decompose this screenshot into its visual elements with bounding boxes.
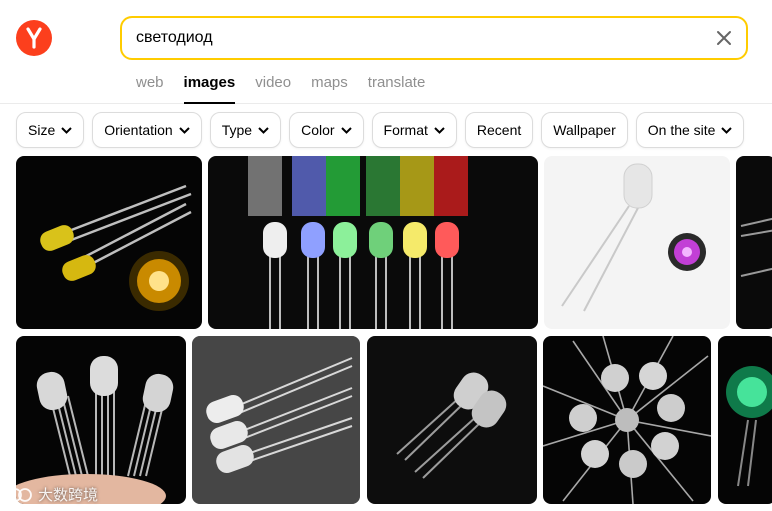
filter-color[interactable]: Color — [289, 112, 364, 148]
chevron-down-icon — [61, 126, 72, 134]
chevron-down-icon — [340, 126, 352, 134]
filter-recent[interactable]: Recent — [464, 112, 534, 148]
search-box — [120, 16, 748, 60]
filter-format[interactable]: Format — [371, 112, 457, 148]
yandex-logo-icon — [26, 27, 42, 49]
search-tabs: web images video maps translate — [136, 74, 425, 104]
chevron-down-icon — [179, 126, 190, 134]
filter-type[interactable]: Type — [209, 112, 282, 148]
image-result-three-clear-leds[interactable] — [192, 336, 360, 504]
filter-size[interactable]: Size — [16, 112, 85, 148]
image-result-rgb-led-row[interactable] — [208, 156, 538, 329]
filter-label: Color — [301, 122, 335, 138]
filter-label: Wallpaper — [553, 122, 616, 138]
filter-label: Recent — [476, 122, 522, 138]
filter-label: Format — [383, 122, 428, 138]
filter-bar: Size Orientation Type Color Format Recen… — [16, 112, 745, 148]
image-result-yellow-led-pair[interactable] — [16, 156, 202, 329]
filter-label: Size — [28, 122, 56, 138]
chevron-down-icon — [434, 126, 445, 134]
close-icon — [717, 31, 731, 45]
image-result-green-led-partial[interactable] — [718, 336, 772, 504]
tab-web[interactable]: web — [136, 74, 164, 104]
header: web images video maps translate — [0, 0, 772, 104]
tab-translate[interactable]: translate — [368, 74, 426, 104]
filter-label: Type — [221, 122, 253, 138]
filter-label: On the site — [647, 122, 716, 138]
image-result-clear-led-pink-glow[interactable] — [544, 156, 730, 329]
image-result-led-circle-arrangement[interactable] — [543, 336, 711, 504]
clear-search-button[interactable] — [712, 26, 736, 50]
chevron-down-icon — [258, 126, 269, 134]
filter-label: Orientation — [104, 122, 173, 138]
image-result-dark-led-partial[interactable] — [736, 156, 772, 329]
image-result-rgb-4pin-leds-in-hand[interactable] — [16, 336, 186, 504]
chevron-down-icon — [721, 126, 733, 134]
filter-on-the-site[interactable]: On the site — [635, 112, 745, 148]
tab-maps[interactable]: maps — [311, 74, 348, 104]
filter-wallpaper[interactable]: Wallpaper — [541, 112, 628, 148]
tab-video[interactable]: video — [255, 74, 291, 104]
image-result-two-clear-leds[interactable] — [367, 336, 537, 504]
filter-orientation[interactable]: Orientation — [92, 112, 202, 148]
yandex-logo[interactable] — [16, 20, 52, 56]
tab-images[interactable]: images — [183, 74, 235, 104]
search-input[interactable] — [136, 27, 696, 49]
